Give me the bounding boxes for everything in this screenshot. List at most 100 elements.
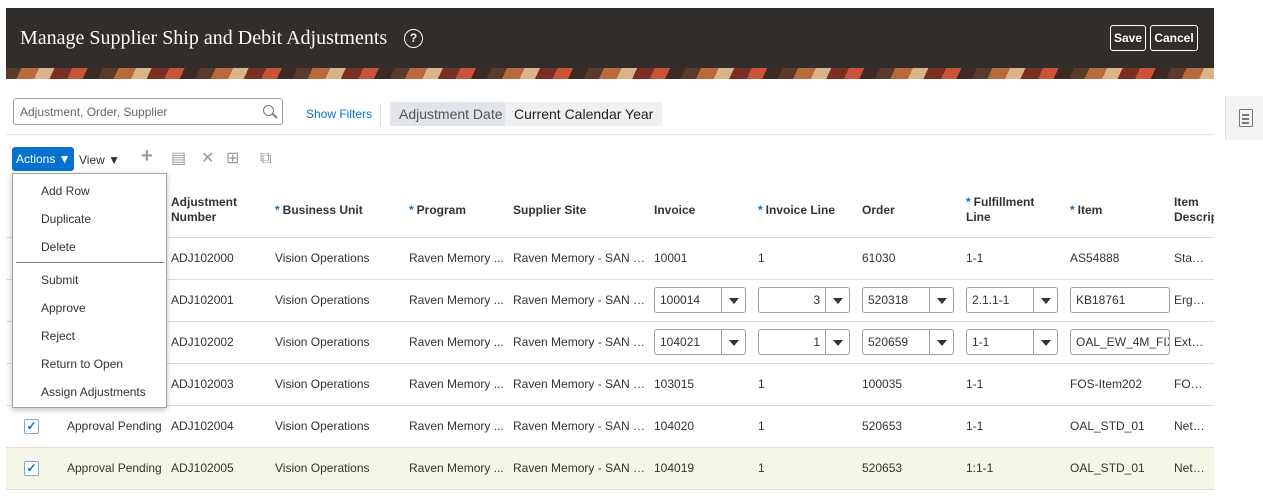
item-description-cell: FOS-Item2	[1170, 363, 1214, 406]
column-header-label: Invoice Line	[765, 202, 836, 217]
column-header-program[interactable]: * Program	[405, 184, 509, 238]
fulfillment-line-cell: 1:1-1	[962, 447, 1066, 490]
business-unit-cell: Vision Operations	[271, 321, 405, 364]
invoice-line-cell: 1	[754, 405, 858, 448]
table-row[interactable]: ✓ Approval Pending ADJ102005 Vision Oper…	[6, 447, 1214, 490]
row-select-cell[interactable]: ✓	[6, 447, 52, 490]
chevron-down-icon[interactable]	[929, 330, 953, 354]
table-row[interactable]: ADJ102000 Vision Operations Raven Memory…	[6, 237, 1214, 280]
column-header-item[interactable]: * Item	[1066, 184, 1170, 238]
invoice-line-cell: 3	[754, 279, 858, 322]
invoice-line-select[interactable]: 1	[758, 329, 850, 355]
invoice-select[interactable]: 104021	[654, 329, 746, 355]
table-row[interactable]: ADJ102003 Vision Operations Raven Memory…	[6, 363, 1214, 406]
order-cell: 61030	[858, 237, 962, 280]
menu-item-delete[interactable]: Delete	[41, 240, 76, 254]
item-description-cell: Network Ga	[1170, 447, 1214, 490]
column-header-business-unit[interactable]: * Business Unit	[271, 184, 405, 238]
fulfillment-line-select[interactable]: 1-1	[966, 329, 1058, 355]
menu-item-return-to-open[interactable]: Return to Open	[41, 357, 123, 371]
freeze-columns-icon[interactable]: ⊞	[226, 151, 239, 167]
column-header-invoice-line[interactable]: * Invoice Line	[754, 184, 858, 238]
chevron-down-icon[interactable]	[1033, 330, 1057, 354]
save-button[interactable]: Save	[1110, 25, 1146, 51]
chevron-down-icon[interactable]	[825, 330, 849, 354]
fulfillment-line-select[interactable]: 2.1.1-1	[966, 287, 1058, 313]
order-select[interactable]: 520318	[862, 287, 954, 313]
divider	[6, 134, 1214, 135]
business-unit-cell: Vision Operations	[271, 237, 405, 280]
chevron-down-icon[interactable]	[825, 288, 849, 312]
business-unit-cell: Vision Operations	[271, 405, 405, 448]
column-header-adjustment-number[interactable]: Adjustment Number	[167, 184, 271, 238]
adjustments-table: Adjustment Number * Business Unit * Progra…	[6, 184, 1214, 490]
chevron-down-icon[interactable]	[1033, 288, 1057, 312]
detach-icon[interactable]: ⧉	[260, 151, 271, 167]
page-header: Manage Supplier Ship and Debit Adjustmen…	[6, 8, 1214, 68]
menu-item-submit[interactable]: Submit	[41, 273, 78, 287]
side-panel-tab[interactable]	[1225, 96, 1263, 140]
chevron-down-icon[interactable]	[721, 288, 745, 312]
adjustment-date-filter-label[interactable]: Adjustment Date	[390, 102, 512, 126]
delete-icon[interactable]: ✕	[201, 151, 214, 167]
menu-item-duplicate[interactable]: Duplicate	[41, 212, 91, 226]
search-input[interactable]: Adjustment, Order, Supplier	[13, 98, 283, 125]
fulfillment-line-cell: 1-1	[962, 405, 1066, 448]
row-checkbox[interactable]: ✓	[24, 460, 39, 476]
menu-item-approve[interactable]: Approve	[41, 301, 86, 315]
supplier-site-cell: Raven Memory - SAN F…	[509, 405, 650, 448]
adjustment-number-cell: ADJ102005	[167, 447, 271, 490]
table-row[interactable]: ADJ102001 Vision Operations Raven Memory…	[6, 279, 1214, 322]
item-cell: OAL_STD_01	[1066, 405, 1170, 448]
chevron-down-icon[interactable]	[721, 330, 745, 354]
show-filters-link[interactable]: Show Filters	[306, 107, 372, 121]
adjustment-number-cell: ADJ102002	[167, 321, 271, 364]
required-icon: *	[758, 202, 763, 217]
table-row[interactable]: ✓ Approval Pending ADJ102004 Vision Oper…	[6, 405, 1214, 448]
invoice-line-cell: 1	[754, 237, 858, 280]
order-cell: 520653	[858, 405, 962, 448]
item-cell: KB18761	[1066, 279, 1170, 322]
document-icon[interactable]	[1239, 109, 1253, 127]
order-select[interactable]: 520659	[862, 329, 954, 355]
menu-item-reject[interactable]: Reject	[41, 329, 75, 343]
invoice-line-value: 1	[813, 335, 820, 349]
search-icon[interactable]	[263, 105, 274, 116]
column-header-order[interactable]: Order	[858, 184, 962, 238]
view-menu-button[interactable]: View ▼	[79, 153, 120, 167]
fulfillment-line-value: 2.1.1-1	[972, 293, 1010, 307]
order-cell: 520318	[858, 279, 962, 322]
column-header-invoice[interactable]: Invoice	[650, 184, 754, 238]
adjustment-date-filter-value[interactable]: Current Calendar Year	[505, 102, 663, 126]
chevron-down-icon[interactable]	[929, 288, 953, 312]
help-icon[interactable]: ?	[404, 29, 423, 48]
header-banner	[6, 68, 1214, 79]
item-description-cell: Extended W	[1170, 321, 1214, 364]
required-icon: *	[966, 195, 971, 210]
menu-item-assign-adjustments[interactable]: Assign Adjustments	[41, 385, 146, 399]
fulfillment-line-cell: 2.1.1-1	[962, 279, 1066, 322]
column-header-item-description[interactable]: Item Description	[1170, 184, 1214, 238]
menu-item-add-row[interactable]: Add Row	[41, 184, 90, 198]
column-header-label: Order	[862, 202, 895, 217]
actions-menu-button[interactable]: Actions ▼	[12, 147, 74, 171]
cancel-button[interactable]: Cancel	[1150, 25, 1198, 51]
invoice-line-select[interactable]: 3	[758, 287, 850, 313]
column-header-supplier-site[interactable]: Supplier Site	[509, 184, 650, 238]
table-row[interactable]: ADJ102002 Vision Operations Raven Memory…	[6, 321, 1214, 364]
column-header-fulfillment-line[interactable]: * Fulfillment Line	[962, 184, 1066, 238]
item-input[interactable]: KB18761	[1070, 287, 1170, 313]
column-header-label: Item	[1077, 202, 1103, 217]
order-cell: 100035	[858, 363, 962, 406]
item-input[interactable]: OAL_EW_4M_FIXE	[1070, 329, 1170, 355]
item-cell: FOS-Item202	[1066, 363, 1170, 406]
row-select-cell[interactable]: ✓	[6, 405, 52, 448]
item-cell: OAL_STD_01	[1066, 447, 1170, 490]
add-icon[interactable]: +	[141, 146, 153, 166]
program-cell: Raven Memory ...	[405, 279, 509, 322]
row-checkbox[interactable]: ✓	[24, 418, 39, 434]
invoice-select[interactable]: 100014	[654, 287, 746, 313]
edit-icon[interactable]: ▤	[171, 151, 186, 167]
search-placeholder: Adjustment, Order, Supplier	[20, 105, 168, 119]
supplier-site-cell: Raven Memory - SAN F…	[509, 321, 650, 364]
